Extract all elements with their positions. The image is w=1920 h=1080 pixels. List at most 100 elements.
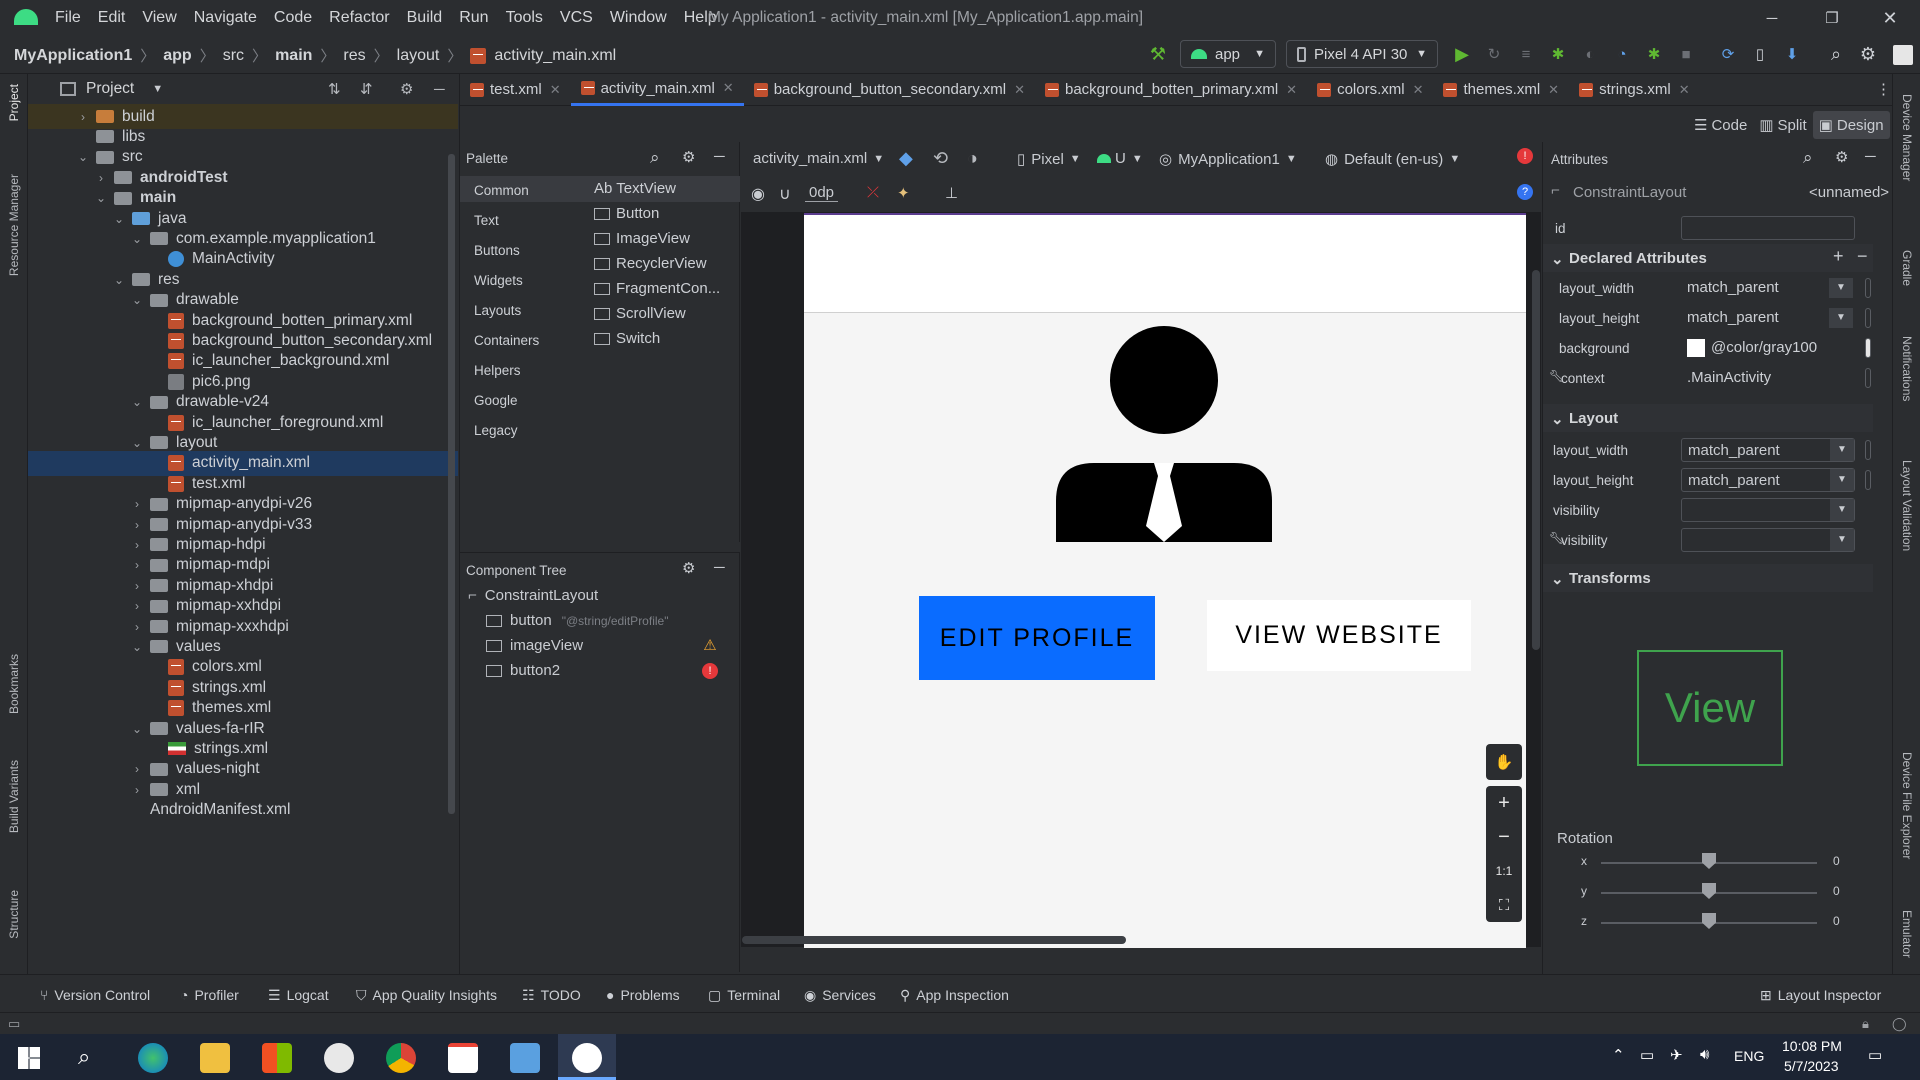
chevron-down-icon[interactable]: ⌄ xyxy=(130,232,144,246)
editor-tab[interactable]: background_button_secondary.xml ✕ xyxy=(744,74,1035,106)
palette-category[interactable]: Google xyxy=(474,393,518,408)
error-indicator-icon[interactable]: ! xyxy=(1517,148,1533,164)
editor-tab[interactable]: strings.xml ✕ xyxy=(1569,74,1700,106)
chevron-down-icon[interactable]: ▼ xyxy=(1829,308,1853,328)
build-hammer-icon[interactable]: ⚒ xyxy=(1146,42,1170,66)
rotation-slider-thumb[interactable] xyxy=(1702,853,1716,869)
attributes-search-icon[interactable]: ⌕ xyxy=(1803,148,1813,168)
component-tree-root[interactable]: ⌐ ConstraintLayout xyxy=(468,587,598,604)
layout-attribute-select[interactable]: ▼ xyxy=(1681,498,1855,522)
chevron-right-icon[interactable]: › xyxy=(130,620,144,634)
project-tool-tab[interactable]: Project xyxy=(7,84,21,121)
chevron-right-icon[interactable]: › xyxy=(130,762,144,776)
zoom-actual-size-button[interactable]: 1:1 xyxy=(1486,854,1522,888)
menu-vcs[interactable]: VCS xyxy=(560,9,593,27)
view-website-button[interactable]: VIEW WEBSITE xyxy=(1207,600,1471,671)
apply-changes-icon[interactable]: ≡ xyxy=(1514,42,1538,66)
xbox-icon[interactable] xyxy=(324,1043,354,1073)
resource-picker-icon[interactable] xyxy=(1865,470,1871,490)
device-manager-icon[interactable]: ▯ xyxy=(1748,42,1772,66)
bookmarks-tool-tab[interactable]: Bookmarks xyxy=(7,654,21,714)
bottom-tool-button[interactable]: ⛉ App Quality Insights xyxy=(356,987,497,1004)
palette-search-icon[interactable]: ⌕ xyxy=(650,148,660,168)
layout-inspector-button[interactable]: ⊞ Layout Inspector xyxy=(1760,987,1881,1004)
declared-attribute-value[interactable]: match_parent xyxy=(1687,279,1779,296)
declared-attribute-value[interactable]: .MainActivity xyxy=(1687,369,1771,386)
edge-browser-icon[interactable] xyxy=(138,1043,168,1073)
editor-tab[interactable]: background_botten_primary.xml ✕ xyxy=(1035,74,1307,106)
search-icon[interactable]: ⌕ xyxy=(1824,42,1848,66)
bottom-tool-button[interactable]: ◔ Profiler xyxy=(180,987,239,1003)
device-file-explorer-tool-tab[interactable]: Device File Explorer xyxy=(1900,752,1914,859)
account-avatar-icon[interactable] xyxy=(1893,45,1913,65)
menu-run[interactable]: Run xyxy=(459,9,488,27)
locale-select[interactable]: ◍ Default (en-us) ▼ xyxy=(1325,150,1460,169)
bottom-tool-button[interactable]: ● Problems xyxy=(606,987,680,1003)
component-tree-settings-gear-icon[interactable]: ⚙ xyxy=(682,559,695,577)
component-tree-hide-icon[interactable]: ─ xyxy=(714,559,725,576)
resource-picker-icon[interactable] xyxy=(1865,338,1871,358)
gradle-tool-tab[interactable]: Gradle xyxy=(1900,250,1914,286)
night-mode-icon[interactable]: ◑ xyxy=(967,148,978,169)
close-tab-icon[interactable]: ✕ xyxy=(550,82,561,98)
palette-item[interactable]: Ab TextView xyxy=(594,180,676,197)
add-attribute-icon[interactable]: + xyxy=(1833,246,1844,267)
palette-item[interactable]: Switch xyxy=(594,330,660,347)
id-input[interactable] xyxy=(1681,216,1855,240)
infer-constraints-wand-icon[interactable]: ✦ xyxy=(897,184,910,202)
chevron-right-icon[interactable]: › xyxy=(130,579,144,593)
bottom-tool-button[interactable]: ☰ Logcat xyxy=(268,987,329,1004)
zoom-out-button[interactable]: − xyxy=(1486,820,1522,854)
sdk-manager-icon[interactable]: ⬇ xyxy=(1780,42,1804,66)
palette-category[interactable]: Widgets xyxy=(474,273,523,288)
close-tab-icon[interactable]: ✕ xyxy=(723,80,734,96)
chevron-right-icon[interactable]: › xyxy=(130,518,144,532)
close-tab-icon[interactable]: ✕ xyxy=(1286,82,1297,98)
palette-category[interactable]: Buttons xyxy=(474,243,520,258)
resource-picker-icon[interactable] xyxy=(1865,368,1871,388)
chrome-browser-icon[interactable] xyxy=(386,1043,416,1073)
code-mode-button[interactable]: ☰ Code xyxy=(1688,116,1753,135)
menu-code[interactable]: Code xyxy=(274,9,312,27)
menu-build[interactable]: Build xyxy=(407,9,443,27)
device-preview[interactable]: EDIT PROFILE VIEW WEBSITE xyxy=(804,213,1526,948)
menu-refactor[interactable]: Refactor xyxy=(329,9,389,27)
stop-icon[interactable]: ■ xyxy=(1674,42,1698,66)
chevron-down-icon[interactable]: ▼ xyxy=(1829,278,1853,298)
chevron-down-icon[interactable]: ⌄ xyxy=(130,436,144,450)
chevron-right-icon[interactable]: › xyxy=(130,599,144,613)
resource-picker-icon[interactable] xyxy=(1865,440,1871,460)
device-manager-tool-tab[interactable]: Device Manager xyxy=(1900,94,1914,181)
palette-category[interactable]: Text xyxy=(474,213,499,228)
device-select[interactable]: Pixel 4 API 30 ▼ xyxy=(1286,40,1438,68)
palette-item[interactable]: ScrollView xyxy=(594,305,686,322)
remove-attribute-icon[interactable]: − xyxy=(1857,246,1868,267)
breadcrumb-item[interactable]: main xyxy=(275,47,312,65)
show-system-ui-eye-icon[interactable]: ◉ xyxy=(751,184,765,204)
editor-tab[interactable]: colors.xml ✕ xyxy=(1307,74,1433,106)
language-indicator[interactable]: ENG xyxy=(1734,1048,1764,1064)
chevron-right-icon[interactable]: › xyxy=(76,110,90,124)
menu-view[interactable]: View xyxy=(142,9,176,27)
chevron-right-icon[interactable]: › xyxy=(94,171,108,185)
edit-profile-button[interactable]: EDIT PROFILE xyxy=(919,596,1155,680)
theme-select[interactable]: ◎ MyApplication1 ▼ xyxy=(1159,150,1297,169)
chevron-down-icon[interactable]: ⌄ xyxy=(76,150,90,164)
device-preview-select[interactable]: ▯ Pixel ▼ xyxy=(1017,150,1081,169)
chevron-down-icon[interactable]: ⌄ xyxy=(94,191,108,205)
zoom-fit-button[interactable]: ⛶ xyxy=(1486,888,1522,922)
resource-picker-icon[interactable] xyxy=(1865,278,1871,298)
build-variants-tool-tab[interactable]: Build Variants xyxy=(7,760,21,833)
palette-category[interactable]: Containers xyxy=(474,333,539,348)
palette-category[interactable]: Common xyxy=(474,183,529,198)
breadcrumb-item[interactable]: app xyxy=(163,47,191,65)
panel-settings-gear-icon[interactable]: ⚙ xyxy=(400,80,413,98)
palette-item[interactable]: Button xyxy=(594,205,659,222)
search-icon[interactable]: ⌕ xyxy=(78,1044,90,1070)
breadcrumb-item[interactable]: res xyxy=(343,47,365,65)
chevron-down-icon[interactable]: ⌄ xyxy=(130,395,144,409)
control-panel-icon[interactable] xyxy=(510,1043,540,1073)
pan-tool[interactable]: ✋ xyxy=(1486,744,1522,780)
layout-attribute-select[interactable]: match_parent ▼ xyxy=(1681,468,1855,492)
palette-category[interactable]: Layouts xyxy=(474,303,521,318)
